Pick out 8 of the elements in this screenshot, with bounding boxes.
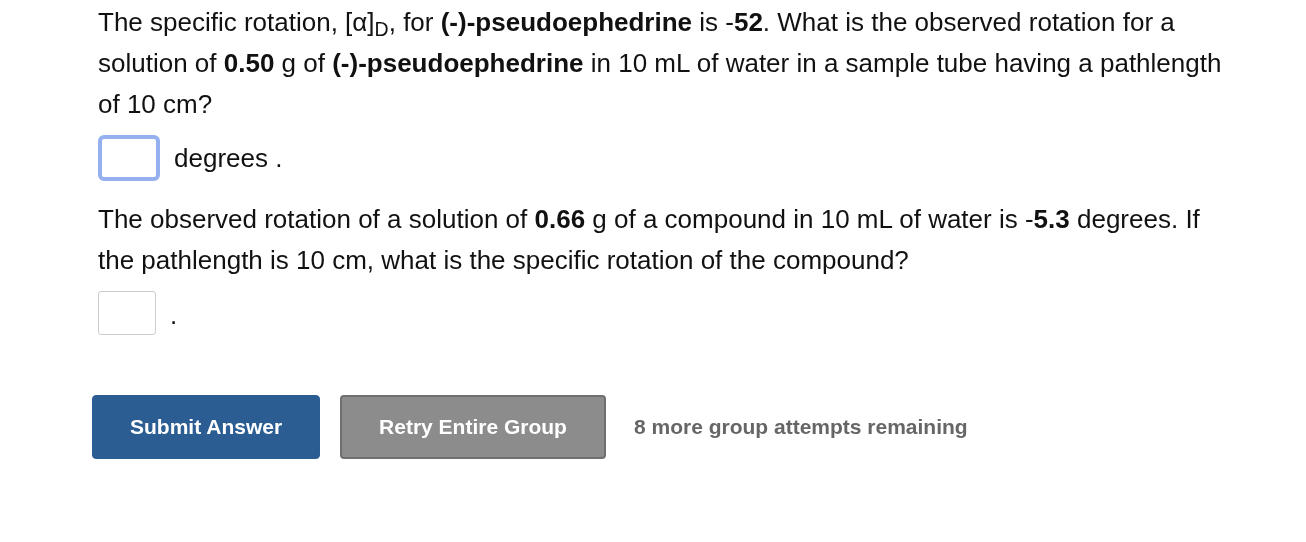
answer-field[interactable] [98, 135, 160, 181]
unit-label: . [170, 299, 178, 332]
answer-field[interactable] [98, 291, 156, 335]
unit-label: degrees . [174, 141, 283, 175]
question-text: The observed rotation of a solution of 0.66 g of a compound in 10 mL of water is -5.3 degrees. If the pathlength is 10 cm, what is the specific rotation of the compound? [98, 203, 1201, 277]
submit-button[interactable]: Submit Answer [92, 395, 321, 459]
attempts-remaining-text: 8 more group attempts remaining [633, 414, 968, 441]
question-text: The specific rotation, [α]$_{D}$, for (-)-pseudoephedrine is -52. What is the observed rotation for a solution of 0.50 g of (-)-pseudoephedrine in 10 mL of water in a sample tube having a pathlength of 10 cm? [98, 6, 1223, 121]
